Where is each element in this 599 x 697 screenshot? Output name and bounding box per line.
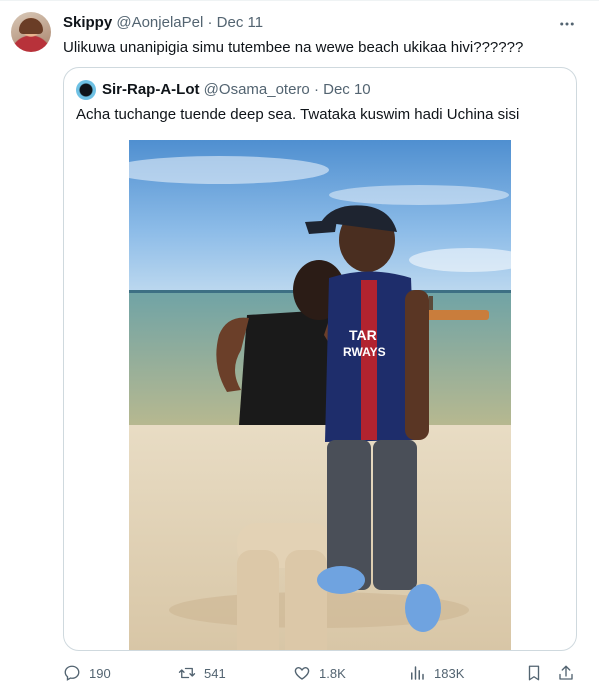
shirt-text-2: RWAYS: [343, 345, 386, 359]
like-icon: [294, 667, 310, 680]
views-button[interactable]: 183K: [408, 661, 464, 685]
quoted-avatar: [76, 80, 96, 100]
share-button[interactable]: [557, 661, 575, 685]
quoted-date: Dec 10: [323, 81, 371, 98]
quoted-photo[interactable]: TAR RWAYS: [129, 140, 511, 650]
tweet-text: Ulikuwa unanipigia simu tutembee na wewe…: [63, 39, 524, 56]
bookmark-button[interactable]: [525, 661, 543, 685]
reply-icon: [64, 665, 80, 681]
separator: ·: [207, 14, 213, 31]
shirt-text-1: TAR: [349, 327, 377, 343]
retweet-icon: [178, 667, 196, 679]
quoted-separator: ·: [313, 81, 319, 98]
share-icon: [559, 665, 573, 680]
views-icon: [411, 666, 424, 680]
bookmark-icon: [528, 665, 540, 681]
more-icon[interactable]: [557, 14, 577, 34]
tweet-date[interactable]: Dec 11: [217, 14, 263, 31]
tweet[interactable]: Skippy @AonjelaPel · Dec 11 Ulikuwa unan…: [0, 0, 599, 697]
views-count: 183K: [434, 665, 465, 681]
quoted-author-name: Sir-Rap-A-Lot: [102, 81, 200, 98]
like-count: 1.8K: [319, 665, 346, 681]
quoted-author-handle: @Osama_otero: [203, 81, 310, 98]
retweet-count: 541: [204, 665, 226, 681]
action-bar: 190 541 1.8K 183K: [63, 661, 577, 685]
quoted-tweet[interactable]: Sir-Rap-A-Lot @Osama_otero · Dec 10 Acha…: [63, 67, 577, 651]
like-button[interactable]: 1.8K: [293, 661, 346, 685]
reply-count: 190: [89, 665, 111, 681]
avatar[interactable]: [11, 12, 51, 52]
author-name[interactable]: Skippy: [63, 14, 112, 31]
tweet-header: Skippy @AonjelaPel · Dec 11: [63, 14, 263, 31]
retweet-button[interactable]: 541: [178, 661, 226, 685]
quoted-text: Acha tuchange tuende deep sea. Twataka k…: [76, 106, 520, 123]
author-handle[interactable]: @AonjelaPel: [116, 14, 203, 31]
quoted-header: Sir-Rap-A-Lot @Osama_otero · Dec 10: [102, 81, 371, 98]
reply-button[interactable]: 190: [63, 661, 111, 685]
